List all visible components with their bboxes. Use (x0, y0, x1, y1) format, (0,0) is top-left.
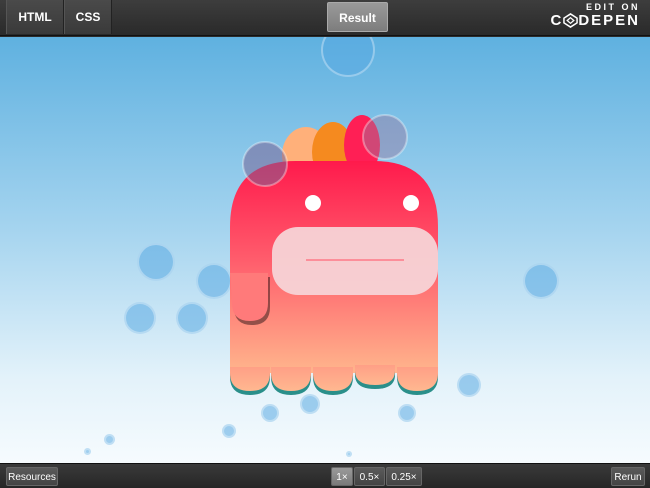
tab-html[interactable]: HTML (6, 0, 64, 34)
codepen-logo-text: DEPEN (578, 12, 640, 29)
codepen-logo-c: C (550, 12, 564, 29)
bubble-overlap-right (362, 114, 408, 160)
monster-illustration (230, 114, 438, 395)
monster-mouth (272, 227, 438, 295)
monster-tentacles (230, 365, 438, 395)
monster-left-eye (305, 195, 321, 211)
zoom-05x-button[interactable]: 0.5× (354, 467, 385, 486)
result-preview (0, 37, 650, 463)
monster-right-eye (403, 195, 419, 211)
bubble-overlap-left (242, 141, 288, 187)
edit-on-label[interactable]: EDIT ON (550, 2, 640, 12)
codepen-logo[interactable]: C DEPEN (550, 12, 640, 32)
tab-result[interactable]: Result (327, 2, 388, 32)
zoom-1x-button[interactable]: 1× (331, 467, 353, 486)
rerun-button[interactable]: Rerun (611, 467, 645, 486)
monster-arm-front (230, 273, 268, 321)
codepen-cube-icon (563, 13, 579, 28)
zoom-025x-button[interactable]: 0.25× (386, 467, 422, 486)
editor-top-bar: HTML CSS Result EDIT ON C DEPEN (0, 0, 650, 36)
tab-css[interactable]: CSS (64, 0, 112, 34)
resources-button[interactable]: Resources (6, 467, 58, 486)
editor-bottom-bar: Resources 1× 0.5× 0.25× Rerun (0, 463, 650, 488)
